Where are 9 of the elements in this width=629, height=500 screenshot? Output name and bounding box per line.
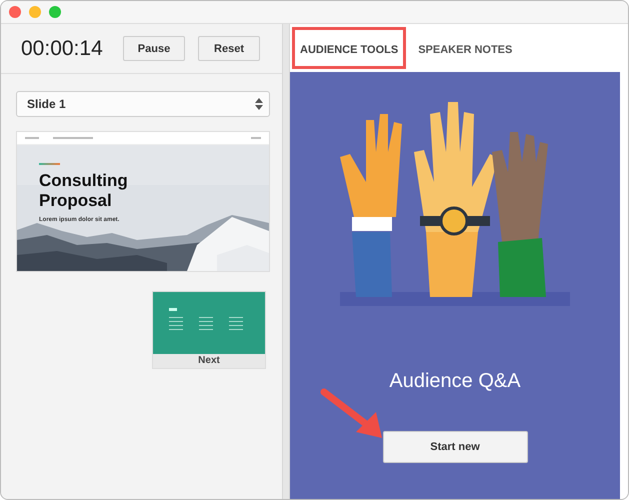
qa-title: Audience Q&A [389,370,521,393]
timer-button[interactable]: Reset [198,36,260,61]
tab[interactable]: SPEAKER NOTES [408,24,522,72]
next-label: Next [197,354,221,368]
timer-display: 00:00:14 [21,36,104,60]
timer-button[interactable]: Pause [123,36,185,61]
slide-select[interactable]: Slide 1 [16,91,270,117]
start-new-button[interactable]: Start new [382,431,528,463]
slide-title: Consulting Proposal [39,171,129,211]
